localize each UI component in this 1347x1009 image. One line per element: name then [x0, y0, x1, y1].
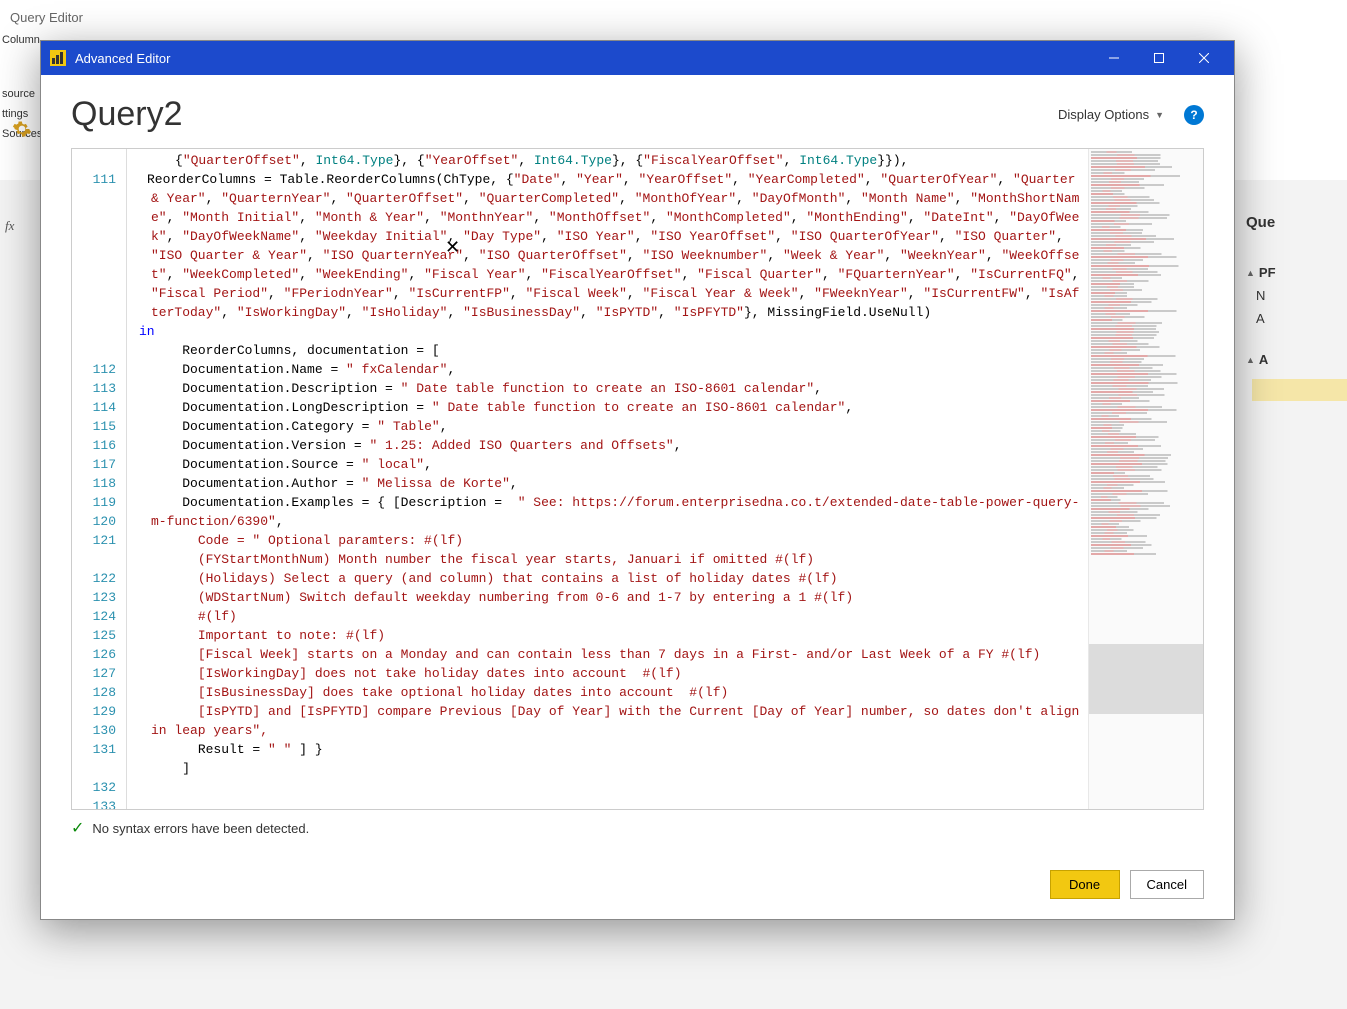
query-name: Query2 [71, 95, 1058, 134]
display-options-label: Display Options [1058, 107, 1149, 122]
status-text: No syntax errors have been detected. [92, 821, 309, 836]
modal-titlebar: Advanced Editor [41, 41, 1234, 75]
modal-body: Query2 Display Options ▼ ? ✕ 11111211311… [41, 75, 1234, 919]
editor-main: 1111121131141151161171181191201211221231… [72, 149, 1088, 809]
bg-right-que: Que [1242, 210, 1347, 235]
advanced-editor-modal: Advanced Editor Query2 Display Options ▼… [40, 40, 1235, 920]
minimap-lines [1089, 149, 1203, 558]
help-icon[interactable]: ? [1184, 105, 1204, 125]
minimap[interactable] [1088, 149, 1203, 809]
formula-bar-fx: fx [5, 218, 14, 234]
bg-right-a2: ▲ A [1242, 348, 1347, 371]
bg-right-a: A [1242, 307, 1347, 330]
close-button[interactable] [1181, 41, 1226, 75]
background-right-panel: Que ▲ PF N A ▲ A [1242, 210, 1347, 401]
bg-left-source: source [0, 84, 40, 104]
syntax-status: ✓ No syntax errors have been detected. [71, 810, 1204, 842]
code-editor[interactable]: ✕ 11111211311411511611711811912012112212… [71, 148, 1204, 810]
modal-buttons: Done Cancel [71, 842, 1204, 899]
display-options-dropdown[interactable]: Display Options ▼ [1058, 107, 1164, 122]
background-app-title: Query Editor [10, 10, 83, 25]
chevron-down-icon: ▼ [1155, 110, 1164, 120]
modal-title: Advanced Editor [75, 51, 1091, 66]
bg-right-pf: ▲ PF [1242, 261, 1347, 284]
bg-left-column: Column [0, 30, 40, 50]
done-button[interactable]: Done [1050, 870, 1120, 899]
minimap-slider[interactable] [1089, 644, 1203, 714]
minimize-button[interactable] [1091, 41, 1136, 75]
bg-right-n: N [1242, 284, 1347, 307]
query-header: Query2 Display Options ▼ ? [71, 95, 1204, 134]
cancel-button[interactable]: Cancel [1130, 870, 1204, 899]
maximize-button[interactable] [1136, 41, 1181, 75]
code-content[interactable]: {"QuarterOffset", Int64.Type}, {"YearOff… [127, 149, 1088, 809]
bg-right-blank [1252, 379, 1347, 401]
line-number-gutter: 1111121131141151161171181191201211221231… [72, 149, 127, 809]
window-controls [1091, 41, 1226, 75]
check-icon: ✓ [71, 818, 84, 838]
background-left-panel: Column source ttings Sources [0, 30, 40, 144]
app-icon [49, 49, 67, 67]
gear-icon [10, 115, 30, 135]
